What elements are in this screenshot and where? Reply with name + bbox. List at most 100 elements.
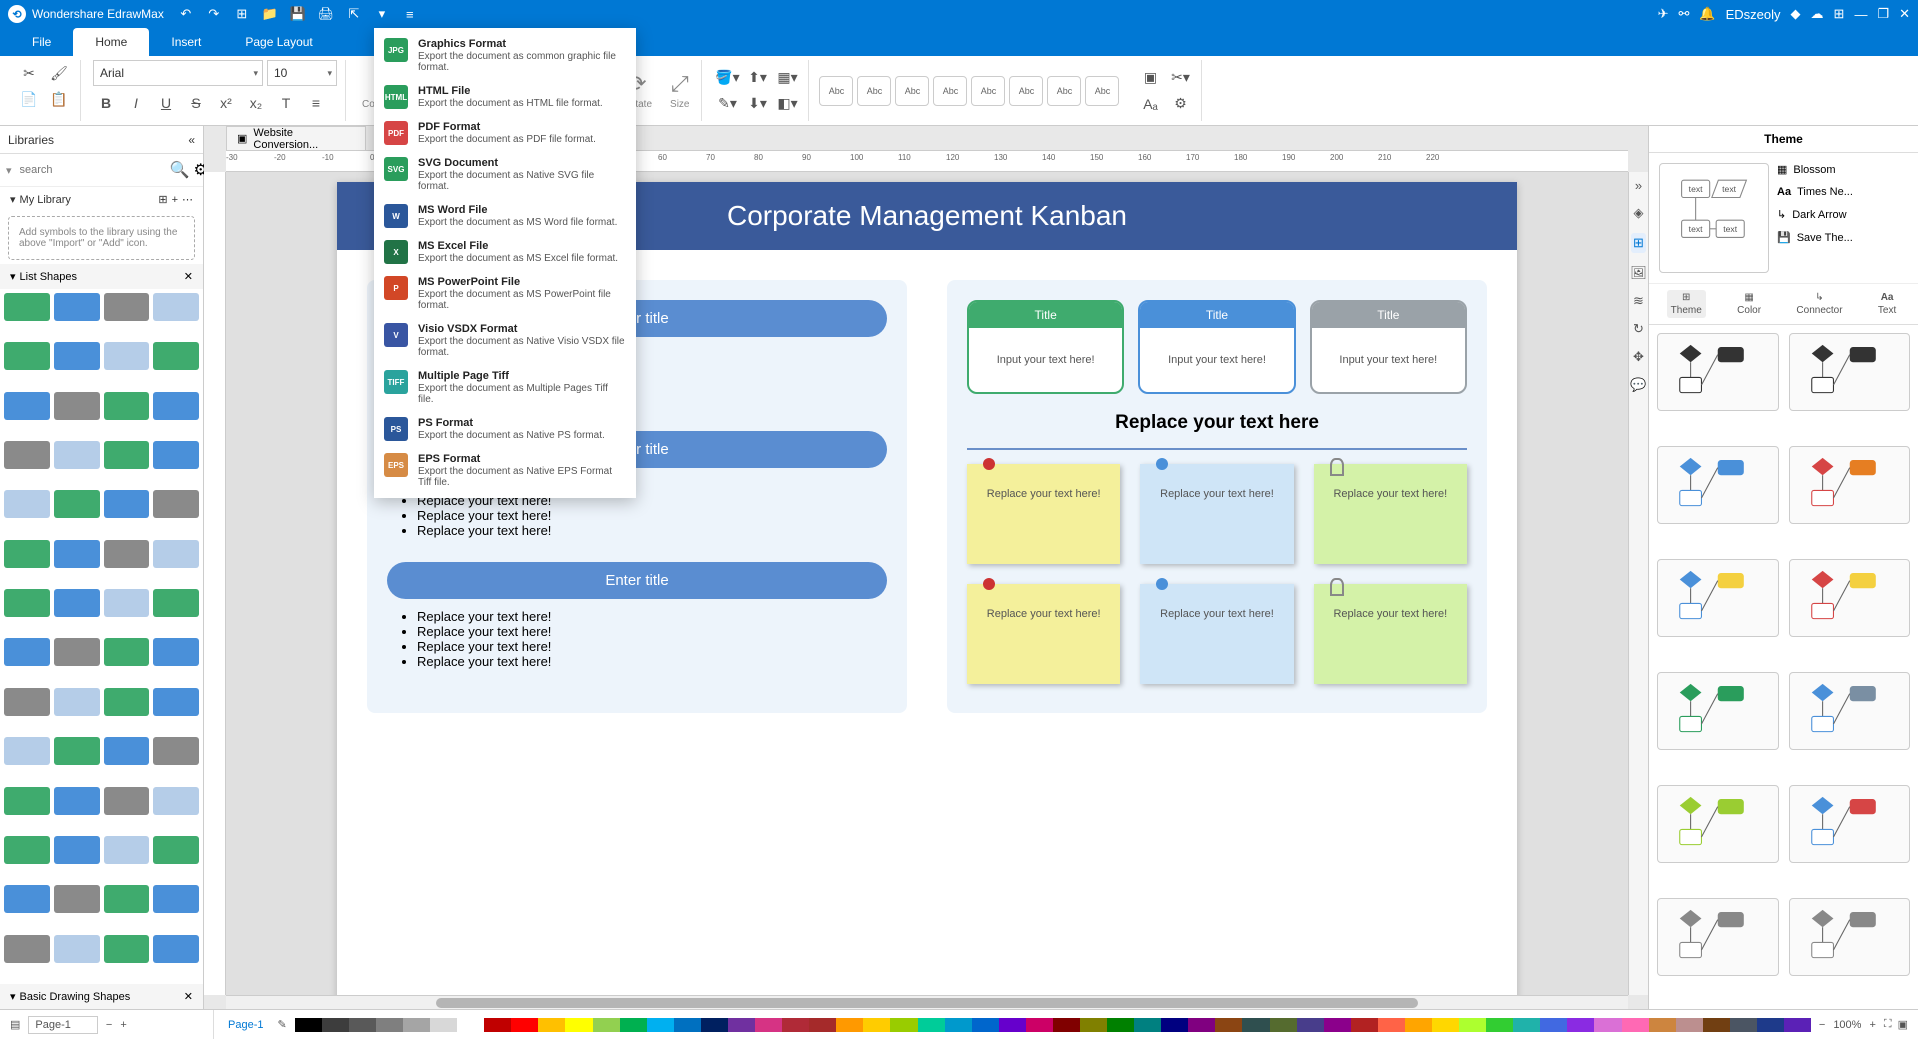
- color-swatch[interactable]: [322, 1018, 349, 1032]
- apps-icon[interactable]: ⊞: [1834, 6, 1845, 22]
- send-backward-icon[interactable]: ⬇▾: [744, 91, 770, 117]
- shape-thumbnail[interactable]: [104, 638, 150, 666]
- collapse-libraries-icon[interactable]: «: [188, 133, 195, 147]
- share-icon[interactable]: ⚯: [1679, 6, 1690, 22]
- theme-thumbnail[interactable]: [1657, 785, 1779, 863]
- color-swatch[interactable]: [1513, 1018, 1540, 1032]
- color-swatch[interactable]: [1053, 1018, 1080, 1032]
- shape-thumbnail[interactable]: [4, 293, 50, 321]
- shape-thumbnail[interactable]: [4, 342, 50, 370]
- list-shapes-category[interactable]: ▾ List Shapes ✕: [0, 264, 203, 289]
- shape-thumbnail[interactable]: [104, 540, 150, 568]
- tab-home[interactable]: Home: [73, 28, 149, 56]
- effect-icon[interactable]: ◧▾: [774, 91, 800, 117]
- tab-page-layout[interactable]: Page Layout: [223, 28, 334, 56]
- pick-color-icon[interactable]: ✎: [277, 1018, 286, 1031]
- color-swatch[interactable]: [1378, 1018, 1405, 1032]
- italic-icon[interactable]: I: [123, 90, 149, 116]
- shape-thumbnail[interactable]: [104, 737, 150, 765]
- comment-strip-icon[interactable]: 💬: [1630, 377, 1646, 393]
- export-menu-item[interactable]: WMS Word FileExport the document as MS W…: [374, 198, 636, 234]
- tab-insert[interactable]: Insert: [149, 28, 223, 56]
- sticky-note[interactable]: Replace your text here!: [1140, 464, 1293, 564]
- shape-thumbnail[interactable]: [54, 688, 100, 716]
- theme-thumbnail[interactable]: [1657, 559, 1779, 637]
- shape-thumbnail[interactable]: [4, 737, 50, 765]
- text-tool-icon[interactable]: T: [273, 90, 299, 116]
- color-swatch[interactable]: [647, 1018, 674, 1032]
- zoom-in-icon[interactable]: +: [1869, 1019, 1875, 1031]
- notification-icon[interactable]: 🔔: [1699, 6, 1715, 22]
- shape-thumbnail[interactable]: [104, 293, 150, 321]
- size-tool[interactable]: ⤢Size: [662, 69, 697, 112]
- sticky-note[interactable]: Replace your text here!: [1314, 464, 1467, 564]
- save-icon[interactable]: 💾: [288, 4, 308, 24]
- export-menu-item[interactable]: XMS Excel FileExport the document as MS …: [374, 234, 636, 270]
- quick-style-icon[interactable]: ▣: [1137, 65, 1163, 91]
- color-swatch[interactable]: [1324, 1018, 1351, 1032]
- color-swatch[interactable]: [836, 1018, 863, 1032]
- fullscreen-icon[interactable]: ▣: [1898, 1018, 1908, 1031]
- shape-thumbnail[interactable]: [104, 589, 150, 617]
- bold-icon[interactable]: B: [93, 90, 119, 116]
- color-swatch[interactable]: [1432, 1018, 1459, 1032]
- color-swatch[interactable]: [376, 1018, 403, 1032]
- shape-thumbnail[interactable]: [54, 935, 100, 963]
- color-swatch[interactable]: [1270, 1018, 1297, 1032]
- shape-thumbnail[interactable]: [104, 392, 150, 420]
- color-swatch[interactable]: [1730, 1018, 1757, 1032]
- export-menu-item[interactable]: TIFFMultiple Page TiffExport the documen…: [374, 364, 636, 411]
- image-strip-icon[interactable]: 🖼: [1630, 265, 1647, 281]
- color-swatch[interactable]: [890, 1018, 917, 1032]
- color-swatch[interactable]: [1026, 1018, 1053, 1032]
- color-swatch[interactable]: [863, 1018, 890, 1032]
- sticky-note[interactable]: Replace your text here!: [1314, 584, 1467, 684]
- export-menu-item[interactable]: HTMLHTML FileExport the document as HTML…: [374, 79, 636, 115]
- color-swatch[interactable]: [701, 1018, 728, 1032]
- diamond-icon[interactable]: ◆: [1791, 6, 1801, 22]
- shape-thumbnail[interactable]: [4, 688, 50, 716]
- color-swatch[interactable]: [1622, 1018, 1649, 1032]
- theme-thumbnail[interactable]: [1789, 446, 1911, 524]
- shape-thumbnail[interactable]: [4, 885, 50, 913]
- theme-thumbnail[interactable]: [1789, 333, 1911, 411]
- shape-thumbnail[interactable]: [4, 490, 50, 518]
- theme-thumbnail[interactable]: [1789, 559, 1911, 637]
- close-icon[interactable]: ✕: [1899, 6, 1910, 22]
- color-swatch[interactable]: [1107, 1018, 1134, 1032]
- section-heading[interactable]: Replace your text here: [967, 412, 1467, 434]
- color-swatch[interactable]: [809, 1018, 836, 1032]
- shape-thumbnail[interactable]: [4, 836, 50, 864]
- shape-thumbnail[interactable]: [153, 342, 199, 370]
- qat-more-icon[interactable]: ▾: [372, 4, 392, 24]
- export-menu-item[interactable]: VVisio VSDX FormatExport the document as…: [374, 317, 636, 364]
- title-pill[interactable]: Enter title: [387, 562, 887, 599]
- color-swatch[interactable]: [1757, 1018, 1784, 1032]
- add-page-icon[interactable]: +: [120, 1019, 126, 1031]
- theme-thumbnail[interactable]: [1789, 898, 1911, 976]
- copy-icon[interactable]: 📄: [16, 86, 42, 112]
- minimize-icon[interactable]: —: [1854, 7, 1867, 22]
- color-swatch[interactable]: [1784, 1018, 1811, 1032]
- user-name[interactable]: EDszeoly: [1726, 7, 1781, 22]
- export-menu-item[interactable]: EPSEPS FormatExport the document as Nati…: [374, 447, 636, 494]
- kanban-card[interactable]: TitleInput your text here!: [967, 300, 1124, 394]
- shape-thumbnail[interactable]: [153, 885, 199, 913]
- kanban-card[interactable]: TitleInput your text here!: [1138, 300, 1295, 394]
- theme-tab-connector[interactable]: ↳Connector: [1792, 290, 1846, 318]
- export-menu-item[interactable]: PDFPDF FormatExport the document as PDF …: [374, 115, 636, 151]
- export-icon[interactable]: ⇱: [344, 4, 364, 24]
- color-swatch[interactable]: [1242, 1018, 1269, 1032]
- shadow-icon[interactable]: ▦▾: [774, 65, 800, 91]
- color-swatch[interactable]: [1080, 1018, 1107, 1032]
- shape-thumbnail[interactable]: [153, 293, 199, 321]
- shape-thumbnail[interactable]: [153, 737, 199, 765]
- cut-icon[interactable]: ✂: [16, 60, 42, 86]
- shape-thumbnail[interactable]: [54, 836, 100, 864]
- zoom-level[interactable]: 100%: [1825, 1019, 1869, 1031]
- page-selector[interactable]: Page-1: [28, 1016, 97, 1034]
- shape-thumbnail[interactable]: [153, 540, 199, 568]
- color-swatch[interactable]: [1215, 1018, 1242, 1032]
- style-swatch[interactable]: Abc: [1085, 76, 1119, 106]
- color-swatch[interactable]: [538, 1018, 565, 1032]
